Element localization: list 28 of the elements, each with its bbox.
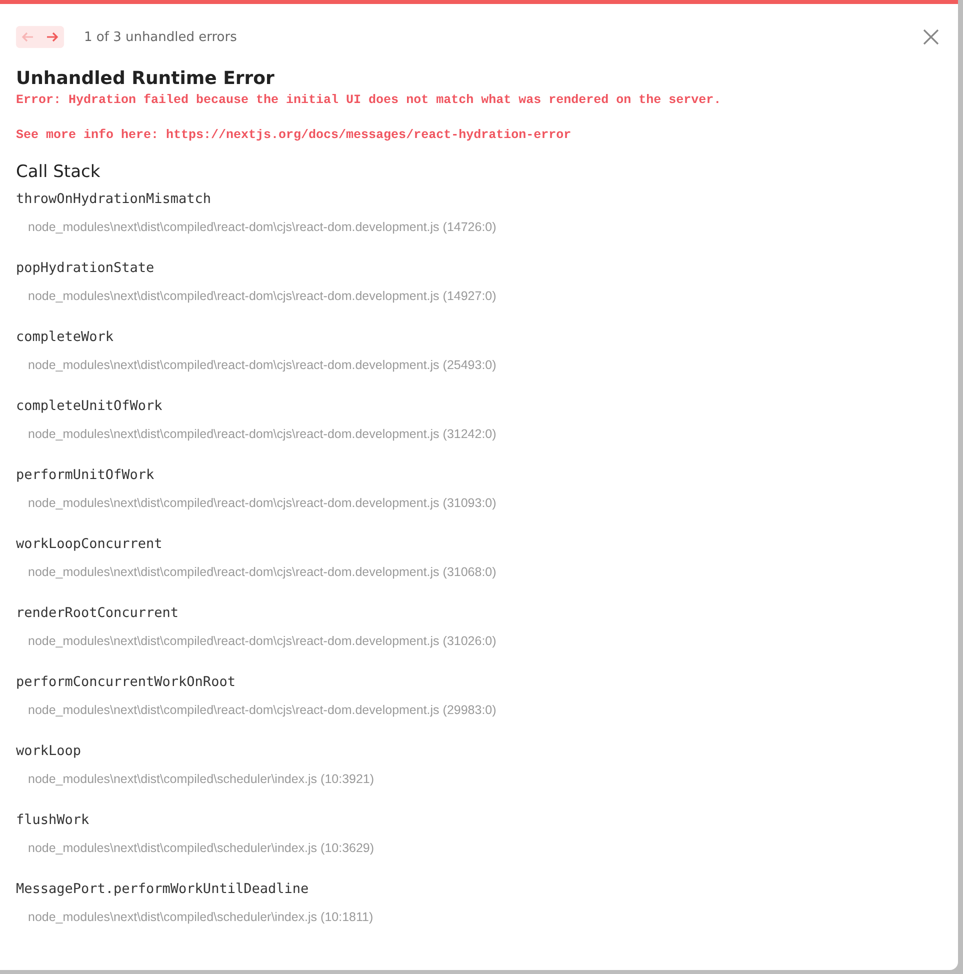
file-location: node_modules\next\dist\compiled\react-dom\cjs\react-dom.development.js (14726:0) xyxy=(28,220,498,234)
file-location: node_modules\next\dist\compiled\react-dom\cjs\react-dom.development.js (31068:0) xyxy=(28,565,498,579)
function-name: completeUnitOfWork xyxy=(16,397,164,414)
function-name: popHydrationState xyxy=(16,259,156,276)
error-message: Error: Hydration failed because the initial UI does not match what was rendered on the server. xyxy=(16,93,722,107)
call-stack-heading: Call Stack xyxy=(16,162,102,182)
function-name: performConcurrentWorkOnRoot xyxy=(16,673,236,690)
error-counter: 1 of 3 unhandled errors xyxy=(84,30,237,44)
function-name: throwOnHydrationMismatch xyxy=(16,190,212,207)
function-name: workLoopConcurrent xyxy=(16,535,164,552)
file-location: node_modules\next\dist\compiled\react-dom\cjs\react-dom.development.js (31093:0) xyxy=(28,496,498,510)
file-location: node_modules\next\dist\compiled\react-dom\cjs\react-dom.development.js (31242:0) xyxy=(28,427,498,441)
function-name: flushWork xyxy=(16,811,90,828)
info-link-text: See more info here: https://nextjs.org/docs/messages/react-hydration-error xyxy=(16,128,572,142)
function-name: workLoop xyxy=(16,742,82,759)
function-name: performUnitOfWork xyxy=(16,466,156,483)
function-name: renderRootConcurrent xyxy=(16,604,180,621)
file-location: node_modules\next\dist\compiled\react-dom\cjs\react-dom.development.js (14927:0) xyxy=(28,289,498,303)
function-name: completeWork xyxy=(16,328,115,345)
file-location: node_modules\next\dist\compiled\scheduler\index.js (10:1811) xyxy=(28,910,374,924)
function-name: MessagePort.performWorkUntilDeadline xyxy=(16,880,310,897)
file-location: node_modules\next\dist\compiled\react-dom\cjs\react-dom.development.js (31026:0) xyxy=(28,634,498,648)
error-title: Unhandled Runtime Error xyxy=(16,68,276,89)
file-location: node_modules\next\dist\compiled\scheduler\index.js (10:3629) xyxy=(28,841,376,855)
file-location: node_modules\next\dist\compiled\react-dom\cjs\react-dom.development.js (29983:0) xyxy=(28,703,498,717)
close-icon xyxy=(923,29,939,45)
file-location: node_modules\next\dist\compiled\react-dom\cjs\react-dom.development.js (25493:0) xyxy=(28,358,498,372)
file-location: node_modules\next\dist\compiled\scheduler\index.js (10:3921) xyxy=(28,772,376,786)
